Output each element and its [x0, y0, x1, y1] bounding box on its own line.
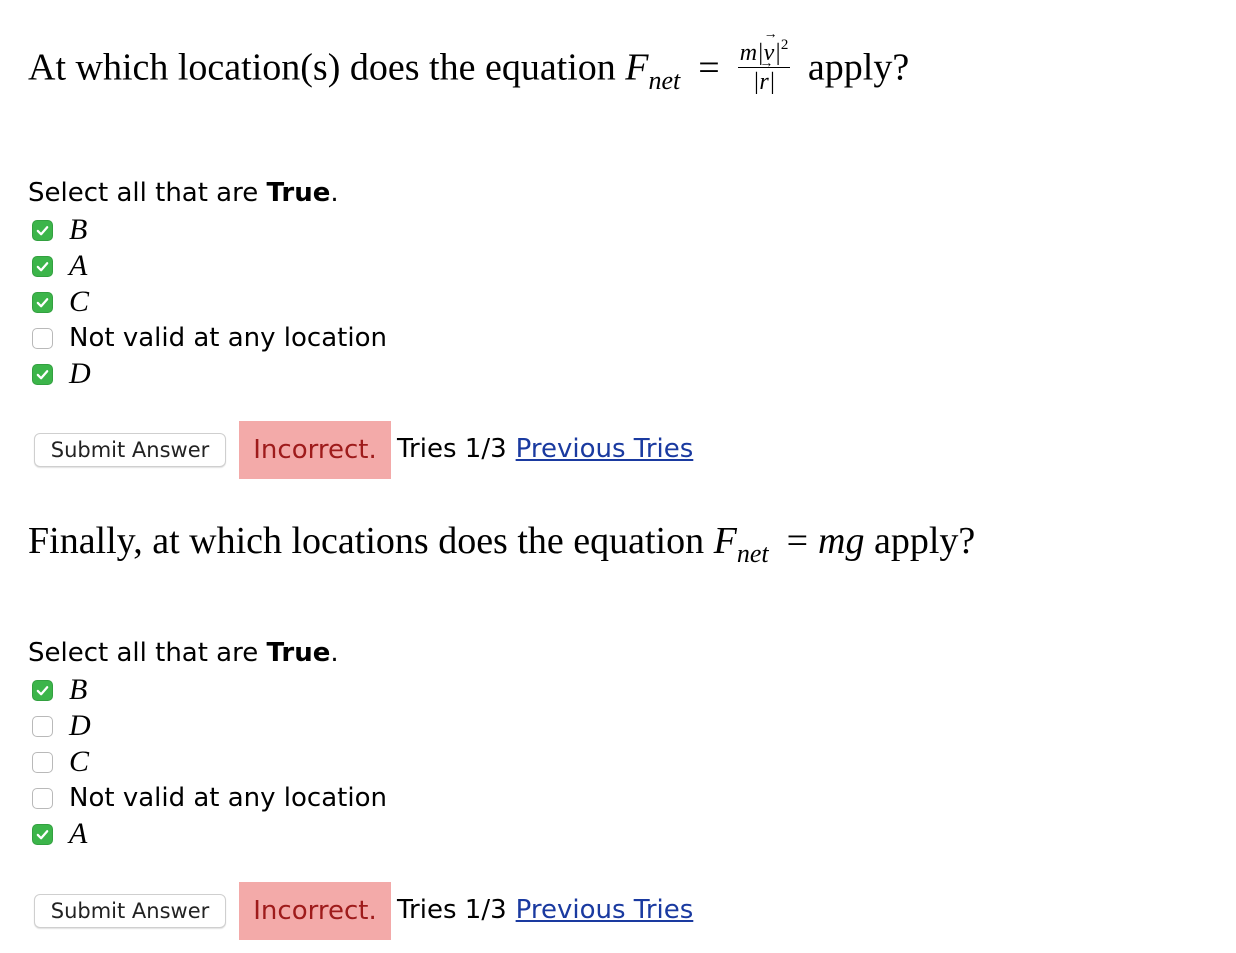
- option-row[interactable]: Not valid at any location: [32, 321, 387, 355]
- option-row[interactable]: B: [32, 673, 87, 707]
- tries-count: Tries 1/3: [397, 434, 507, 464]
- vector-r: r: [759, 57, 769, 94]
- checkmark-icon: [36, 297, 49, 307]
- checkbox-checked[interactable]: [32, 219, 53, 241]
- option-label: A: [69, 817, 88, 850]
- option-row[interactable]: Not valid at any location: [32, 781, 387, 815]
- fraction-denominator: |r|: [738, 57, 791, 95]
- submit-answer-button[interactable]: Submit Answer: [34, 894, 226, 928]
- instruction-end: .: [330, 638, 339, 668]
- option-label: C: [69, 745, 90, 778]
- question-2-prefix: Finally, at which locations does the equ…: [28, 520, 714, 562]
- tries-count: Tries 1/3: [397, 895, 507, 925]
- previous-tries-link[interactable]: Previous Tries: [516, 895, 694, 925]
- checkbox-checked[interactable]: [32, 363, 53, 385]
- option-row[interactable]: C: [32, 285, 89, 319]
- checkmark-icon: [36, 225, 49, 235]
- question-1-prefix: At which location(s) does the equation: [28, 46, 626, 89]
- instruction-end: .: [330, 178, 339, 208]
- option-label: B: [69, 213, 88, 246]
- mg-term: mg: [818, 520, 865, 562]
- previous-tries-link[interactable]: Previous Tries: [516, 434, 694, 464]
- exponent: 2: [780, 37, 789, 53]
- instruction-bold: True: [266, 638, 331, 668]
- option-row[interactable]: D: [32, 709, 91, 743]
- checkbox-unchecked[interactable]: [32, 715, 53, 737]
- force-symbol: F: [713, 520, 737, 562]
- equals-sign: =: [698, 46, 720, 89]
- option-label: D: [69, 709, 91, 742]
- checkbox-checked[interactable]: [32, 255, 53, 277]
- instruction-bold: True: [266, 178, 331, 208]
- option-row[interactable]: A: [32, 817, 87, 851]
- num-bar: |: [774, 40, 781, 66]
- option-row[interactable]: B: [32, 213, 87, 247]
- question-2-text: Finally, at which locations does the equ…: [28, 520, 976, 567]
- option-row[interactable]: A: [32, 249, 87, 283]
- instruction-text: Select all that are: [28, 178, 267, 208]
- tries-info: Tries 1/3 Previous Tries: [397, 434, 693, 464]
- question-1-suffix: apply?: [798, 46, 910, 89]
- question-1-text: At which location(s) does the equation F…: [28, 28, 910, 98]
- equals-sign: =: [786, 520, 809, 562]
- option-label: B: [69, 673, 88, 706]
- option-label: A: [69, 249, 88, 282]
- checkbox-unchecked[interactable]: [32, 787, 53, 809]
- option-label: Not valid at any location: [69, 323, 387, 353]
- status-badge: Incorrect.: [239, 421, 391, 479]
- checkmark-icon: [36, 261, 49, 271]
- checkmark-icon: [36, 685, 49, 695]
- fraction-formula: m|v|2|r|: [737, 28, 791, 95]
- force-symbol: F: [625, 46, 649, 89]
- checkbox-unchecked[interactable]: [32, 751, 53, 773]
- question-2-suffix: apply?: [864, 520, 976, 562]
- submit-answer-button[interactable]: Submit Answer: [34, 433, 226, 467]
- checkbox-checked[interactable]: [32, 291, 53, 313]
- den-close: |: [768, 69, 776, 95]
- instruction-text: Select all that are: [28, 638, 267, 668]
- option-row[interactable]: D: [32, 357, 91, 391]
- checkbox-checked[interactable]: [32, 823, 53, 845]
- force-subscript: net: [736, 539, 769, 568]
- checkmark-icon: [36, 829, 49, 839]
- instruction-2: Select all that are True.: [28, 638, 339, 668]
- option-label: Not valid at any location: [69, 783, 387, 813]
- instruction-1: Select all that are True.: [28, 178, 339, 208]
- checkbox-unchecked[interactable]: [32, 327, 53, 349]
- tries-info: Tries 1/3 Previous Tries: [397, 895, 693, 925]
- status-badge: Incorrect.: [239, 882, 391, 940]
- checkmark-icon: [36, 369, 49, 379]
- checkbox-checked[interactable]: [32, 679, 53, 701]
- option-row[interactable]: C: [32, 745, 89, 779]
- option-label: D: [69, 357, 91, 390]
- den-open: |: [752, 69, 760, 95]
- option-label: C: [69, 285, 90, 318]
- force-subscript: net: [648, 65, 681, 95]
